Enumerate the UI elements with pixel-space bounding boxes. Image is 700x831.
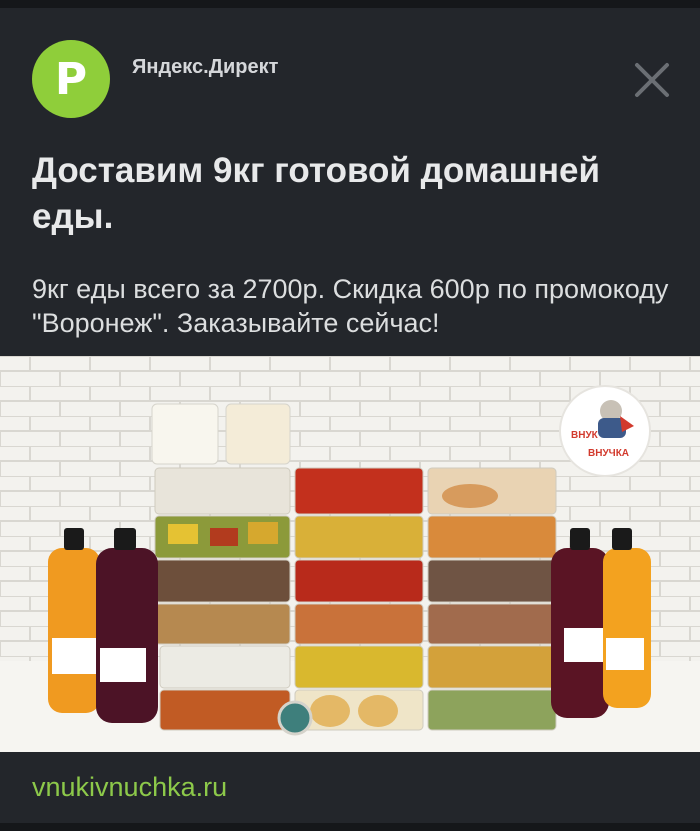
close-button[interactable] bbox=[624, 52, 680, 108]
top-status-strip bbox=[0, 0, 700, 8]
brand-logo: ВНУК ВНУЧКА bbox=[559, 385, 651, 477]
bottom-strip bbox=[0, 823, 700, 831]
domain-link[interactable]: vnukivnuchka.ru bbox=[32, 772, 227, 803]
advertiser-avatar: P bbox=[32, 40, 110, 118]
logo-text-bottom: ВНУЧКА bbox=[588, 448, 629, 459]
ad-body-text: 9кг еды всего за 2700р. Скидка 600р по п… bbox=[32, 274, 669, 338]
close-x-icon bbox=[635, 63, 669, 97]
ad-headline[interactable]: Доставим 9кг готовой домашней еды. bbox=[32, 148, 672, 240]
ad-footer: vnukivnuchka.ru bbox=[0, 752, 700, 822]
logo-text-top: ВНУК bbox=[571, 430, 599, 441]
ad-source-label: Яндекс.Директ bbox=[132, 56, 279, 78]
food-containers-photo: ВНУК ВНУЧКА bbox=[0, 356, 700, 752]
avatar-letter: P bbox=[54, 53, 88, 105]
ad-image[interactable]: ВНУК ВНУЧКА bbox=[0, 356, 700, 752]
